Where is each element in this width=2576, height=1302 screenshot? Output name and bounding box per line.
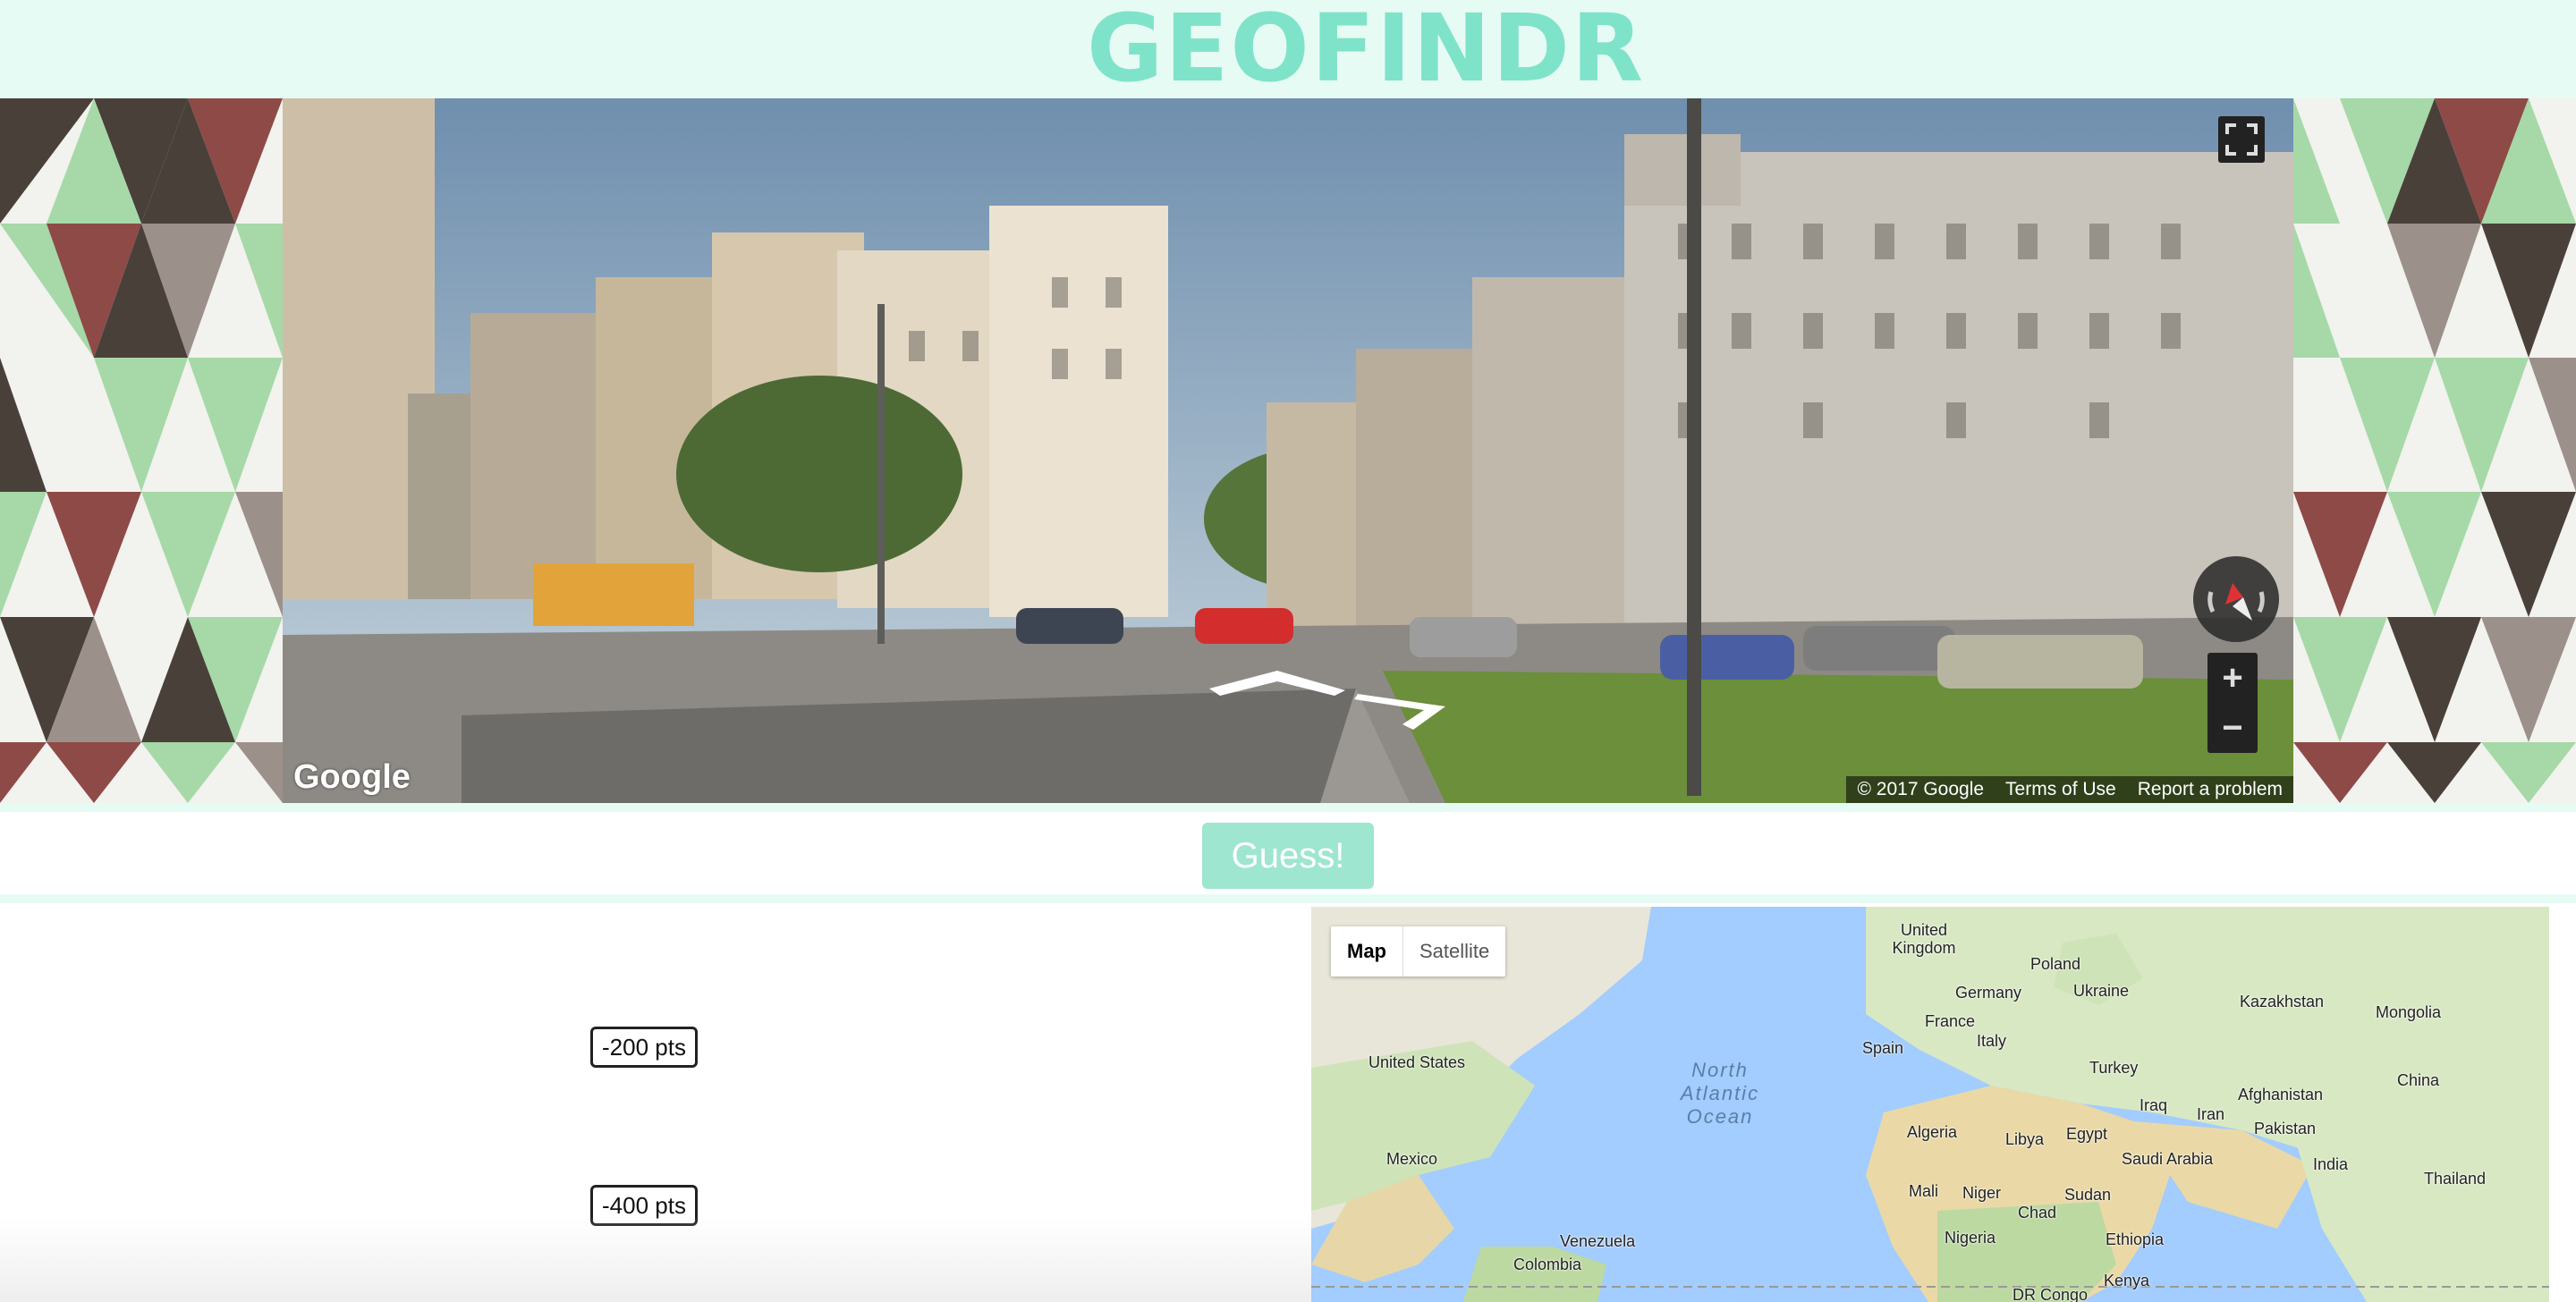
map-label-italy: Italy: [1977, 1032, 2007, 1050]
map-label-mongolia: Mongolia: [2376, 1003, 2442, 1021]
map-type-control: Map Satellite: [1331, 926, 1506, 976]
copyright-text: © 2017 Google: [1857, 779, 1985, 799]
map-label-china: China: [2397, 1071, 2440, 1089]
map-label-pakistan: Pakistan: [2254, 1120, 2317, 1137]
map-label-iran: Iran: [2197, 1105, 2225, 1123]
map-label-turkey: Turkey: [2089, 1059, 2139, 1077]
map-label-france: France: [1925, 1012, 1976, 1030]
fullscreen-button[interactable]: [2218, 116, 2265, 163]
map-label-poland: Poland: [2030, 955, 2081, 973]
map-label-kazakhstan: Kazakhstan: [2240, 993, 2325, 1010]
header: GEOFINDR: [0, 0, 2576, 98]
compass-control[interactable]: [2193, 556, 2279, 642]
logo[interactable]: GEOFINDR: [1087, 2, 1643, 95]
map-label-drc: DR Congo: [2012, 1286, 2089, 1302]
street-view-footer: © 2017 Google Terms of Use Report a prob…: [1846, 776, 2293, 803]
map-label-ethiopia: Ethiopia: [2106, 1230, 2165, 1248]
side-pattern-left: [0, 98, 283, 803]
fullscreen-icon: [2225, 123, 2258, 156]
map-label-iraq: Iraq: [2140, 1096, 2168, 1114]
map-label-ukraine: Ukraine: [2073, 982, 2130, 1000]
map-label-spain: Spain: [1862, 1039, 1904, 1057]
zoom-in-button[interactable]: +: [2207, 653, 2258, 703]
compass-icon: [2207, 583, 2265, 621]
google-logo: Google: [293, 758, 411, 796]
zoom-out-button[interactable]: −: [2207, 703, 2258, 753]
map-label-algeria: Algeria: [1907, 1123, 1958, 1141]
report-problem-link[interactable]: Report a problem: [2127, 779, 2293, 800]
penalty-label-200: -200 pts: [590, 1027, 698, 1068]
guess-button[interactable]: Guess!: [1202, 823, 1374, 889]
map-label-sudan: Sudan: [2064, 1186, 2112, 1204]
map-label-uk: United Kingdom: [1892, 921, 1956, 957]
map-type-map[interactable]: Map: [1331, 926, 1403, 976]
bottom-fade: [0, 1216, 1311, 1302]
map-label-chad: Chad: [2018, 1204, 2057, 1222]
zoom-control: + −: [2207, 653, 2258, 753]
map-label-germany: Germany: [1955, 984, 2022, 1002]
terms-link[interactable]: Terms of Use: [1995, 779, 2127, 800]
map-label-libya: Libya: [2005, 1130, 2045, 1148]
side-pattern-right: [2293, 98, 2576, 803]
guess-map[interactable]: Map Satellite United Kingdom Poland Germ…: [1311, 907, 2549, 1302]
map-label-saudi: Saudi Arabia: [2122, 1150, 2214, 1168]
map-label-thailand: Thailand: [2424, 1170, 2487, 1188]
map-label-egypt: Egypt: [2066, 1125, 2108, 1143]
map-label-colombia: Colombia: [1513, 1256, 1582, 1273]
map-label-mali: Mali: [1909, 1182, 1939, 1200]
street-view-panorama[interactable]: + − Google © 2017 Google Terms of Use Re…: [283, 98, 2293, 803]
map-label-us: United States: [1368, 1053, 1466, 1071]
map-label-kenya: Kenya: [2104, 1272, 2150, 1289]
map-label-ocean: North Atlantic Ocean: [1680, 1059, 1760, 1128]
map-type-satellite[interactable]: Satellite: [1403, 926, 1505, 976]
map-label-india: India: [2313, 1155, 2349, 1173]
map-label-venezuela: Venezuela: [1560, 1232, 1636, 1250]
map-label-niger: Niger: [1962, 1184, 2002, 1202]
map-label-afghanistan: Afghanistan: [2238, 1086, 2324, 1103]
map-label-nigeria: Nigeria: [1945, 1229, 1996, 1247]
map-label-mexico: Mexico: [1386, 1150, 1438, 1168]
panorama-image: [283, 98, 2293, 803]
